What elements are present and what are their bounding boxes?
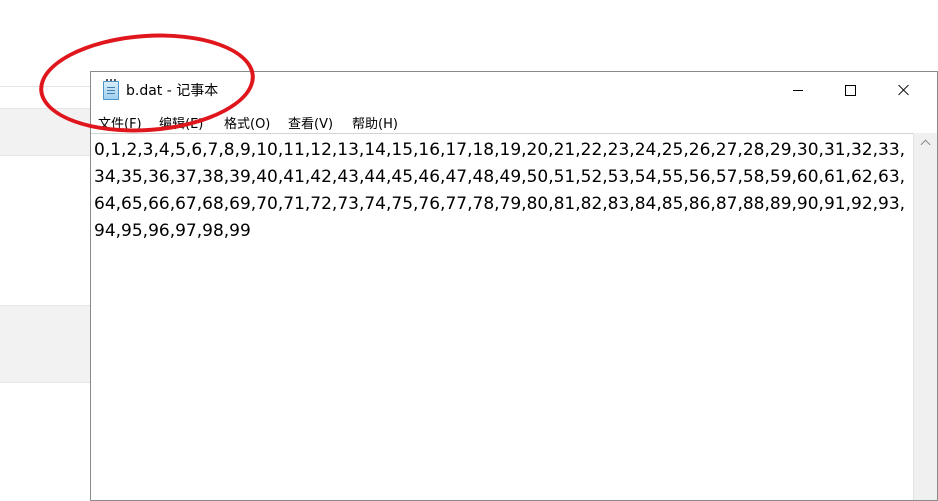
vertical-scrollbar[interactable] xyxy=(913,133,937,500)
maximize-icon xyxy=(844,84,856,96)
minimize-button[interactable] xyxy=(775,72,821,108)
menu-format[interactable]: 格式(O) xyxy=(224,113,270,132)
notepad-window: b.dat - 记事本 文件(F) 编辑(E) 格式(O) 查看(V) 帮助(H… xyxy=(90,71,938,501)
maximize-button[interactable] xyxy=(827,72,873,108)
close-button[interactable] xyxy=(881,72,927,108)
text-editor[interactable]: 0,1,2,3,4,5,6,7,8,9,10,11,12,13,14,15,16… xyxy=(91,133,913,500)
close-icon xyxy=(898,84,910,96)
menu-help[interactable]: 帮助(H) xyxy=(352,113,398,132)
chevron-up-icon xyxy=(920,139,931,149)
minimize-icon xyxy=(793,89,803,91)
scroll-up-button[interactable] xyxy=(914,133,937,151)
background-panel-row xyxy=(0,305,100,383)
menu-view[interactable]: 查看(V) xyxy=(288,113,333,132)
editor-content[interactable]: 0,1,2,3,4,5,6,7,8,9,10,11,12,13,14,15,16… xyxy=(94,137,912,245)
